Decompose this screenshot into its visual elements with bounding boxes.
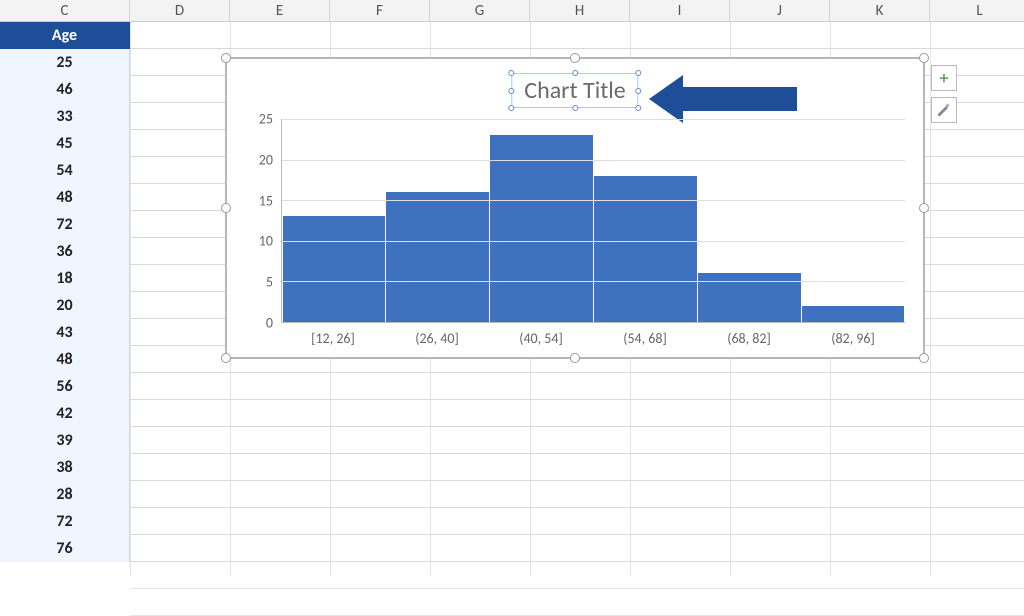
column-header-E[interactable]: E xyxy=(230,0,330,21)
y-tick-label: 10 xyxy=(249,233,273,250)
resize-handle[interactable] xyxy=(221,353,231,363)
chart-styles-button[interactable] xyxy=(931,97,957,123)
plot-inner xyxy=(281,119,905,323)
data-cell[interactable]: 72 xyxy=(0,508,130,535)
column-header-J[interactable]: J xyxy=(730,0,830,21)
data-cell[interactable]: 72 xyxy=(0,211,130,238)
histogram-bar[interactable] xyxy=(386,192,489,322)
chart-title[interactable]: Chart Title xyxy=(511,73,638,108)
title-handle[interactable] xyxy=(508,88,514,94)
title-handle[interactable] xyxy=(508,70,514,76)
x-tick-label: (82, 96] xyxy=(801,330,905,347)
data-cell[interactable]: 54 xyxy=(0,157,130,184)
chart-title-text[interactable]: Chart Title xyxy=(524,76,625,105)
data-cell[interactable]: 38 xyxy=(0,454,130,481)
title-handle[interactable] xyxy=(572,70,578,76)
callout-arrow xyxy=(649,75,799,123)
chart-elements-button[interactable]: + xyxy=(931,65,957,91)
data-cell[interactable]: 28 xyxy=(0,481,130,508)
column-header-G[interactable]: G xyxy=(430,0,530,21)
column-header-I[interactable]: I xyxy=(630,0,730,21)
title-handle[interactable] xyxy=(636,70,642,76)
x-tick-label: (54, 68] xyxy=(593,330,697,347)
resize-handle[interactable] xyxy=(570,353,580,363)
title-handle[interactable] xyxy=(636,105,642,111)
data-cell[interactable]: 46 xyxy=(0,76,130,103)
chart-object[interactable]: Chart Title 0510152025 [12, 26](26, 40](… xyxy=(225,57,925,359)
column-header-row: C D E F G H I J K L xyxy=(0,0,1024,22)
data-cell[interactable]: 36 xyxy=(0,238,130,265)
data-cell[interactable]: 45 xyxy=(0,130,130,157)
x-tick-label: (68, 82] xyxy=(697,330,801,347)
column-header-K[interactable]: K xyxy=(830,0,930,21)
brush-icon xyxy=(936,102,952,118)
data-cell[interactable]: 18 xyxy=(0,265,130,292)
column-header-L[interactable]: L xyxy=(930,0,1024,21)
data-cell[interactable]: 48 xyxy=(0,184,130,211)
data-cell[interactable]: 39 xyxy=(0,427,130,454)
data-cell[interactable]: 42 xyxy=(0,400,130,427)
y-tick-label: 20 xyxy=(249,151,273,168)
x-tick-label: [12, 26] xyxy=(281,330,385,347)
data-cell[interactable]: 20 xyxy=(0,292,130,319)
y-tick-label: 0 xyxy=(249,315,273,332)
y-tick-label: 15 xyxy=(249,192,273,209)
data-cell[interactable]: 76 xyxy=(0,535,130,562)
title-handle[interactable] xyxy=(508,105,514,111)
column-header-C[interactable]: C xyxy=(0,0,130,21)
resize-handle[interactable] xyxy=(221,53,231,63)
plus-icon: + xyxy=(940,67,949,89)
resize-handle[interactable] xyxy=(919,353,929,363)
resize-handle[interactable] xyxy=(919,203,929,213)
data-cell[interactable]: 25 xyxy=(0,49,130,76)
y-tick-label: 25 xyxy=(249,111,273,128)
column-header-F[interactable]: F xyxy=(330,0,430,21)
title-handle[interactable] xyxy=(572,105,578,111)
resize-handle[interactable] xyxy=(221,203,231,213)
y-tick-label: 5 xyxy=(249,274,273,291)
title-handle[interactable] xyxy=(636,88,642,94)
histogram-bar[interactable] xyxy=(490,135,593,322)
x-axis-labels: [12, 26](26, 40](40, 54](54, 68](68, 82]… xyxy=(281,330,905,347)
data-cell[interactable]: 56 xyxy=(0,373,130,400)
plot-area[interactable]: 0510152025 xyxy=(253,119,905,323)
resize-handle[interactable] xyxy=(570,53,580,63)
histogram-bar[interactable] xyxy=(594,176,697,322)
histogram-bar[interactable] xyxy=(802,306,905,322)
resize-handle[interactable] xyxy=(919,53,929,63)
x-tick-label: (40, 54] xyxy=(489,330,593,347)
column-header-H[interactable]: H xyxy=(530,0,630,21)
data-cell[interactable]: 43 xyxy=(0,319,130,346)
data-cell[interactable]: 48 xyxy=(0,346,130,373)
histogram-bar[interactable] xyxy=(283,216,386,322)
histogram-bars[interactable] xyxy=(282,119,905,322)
data-cell[interactable]: 33 xyxy=(0,103,130,130)
x-tick-label: (26, 40] xyxy=(385,330,489,347)
data-header-cell[interactable]: Age xyxy=(0,22,130,49)
column-header-D[interactable]: D xyxy=(130,0,230,21)
spreadsheet-grid[interactable]: Age2546334554487236182043485642393828727… xyxy=(0,22,1024,576)
